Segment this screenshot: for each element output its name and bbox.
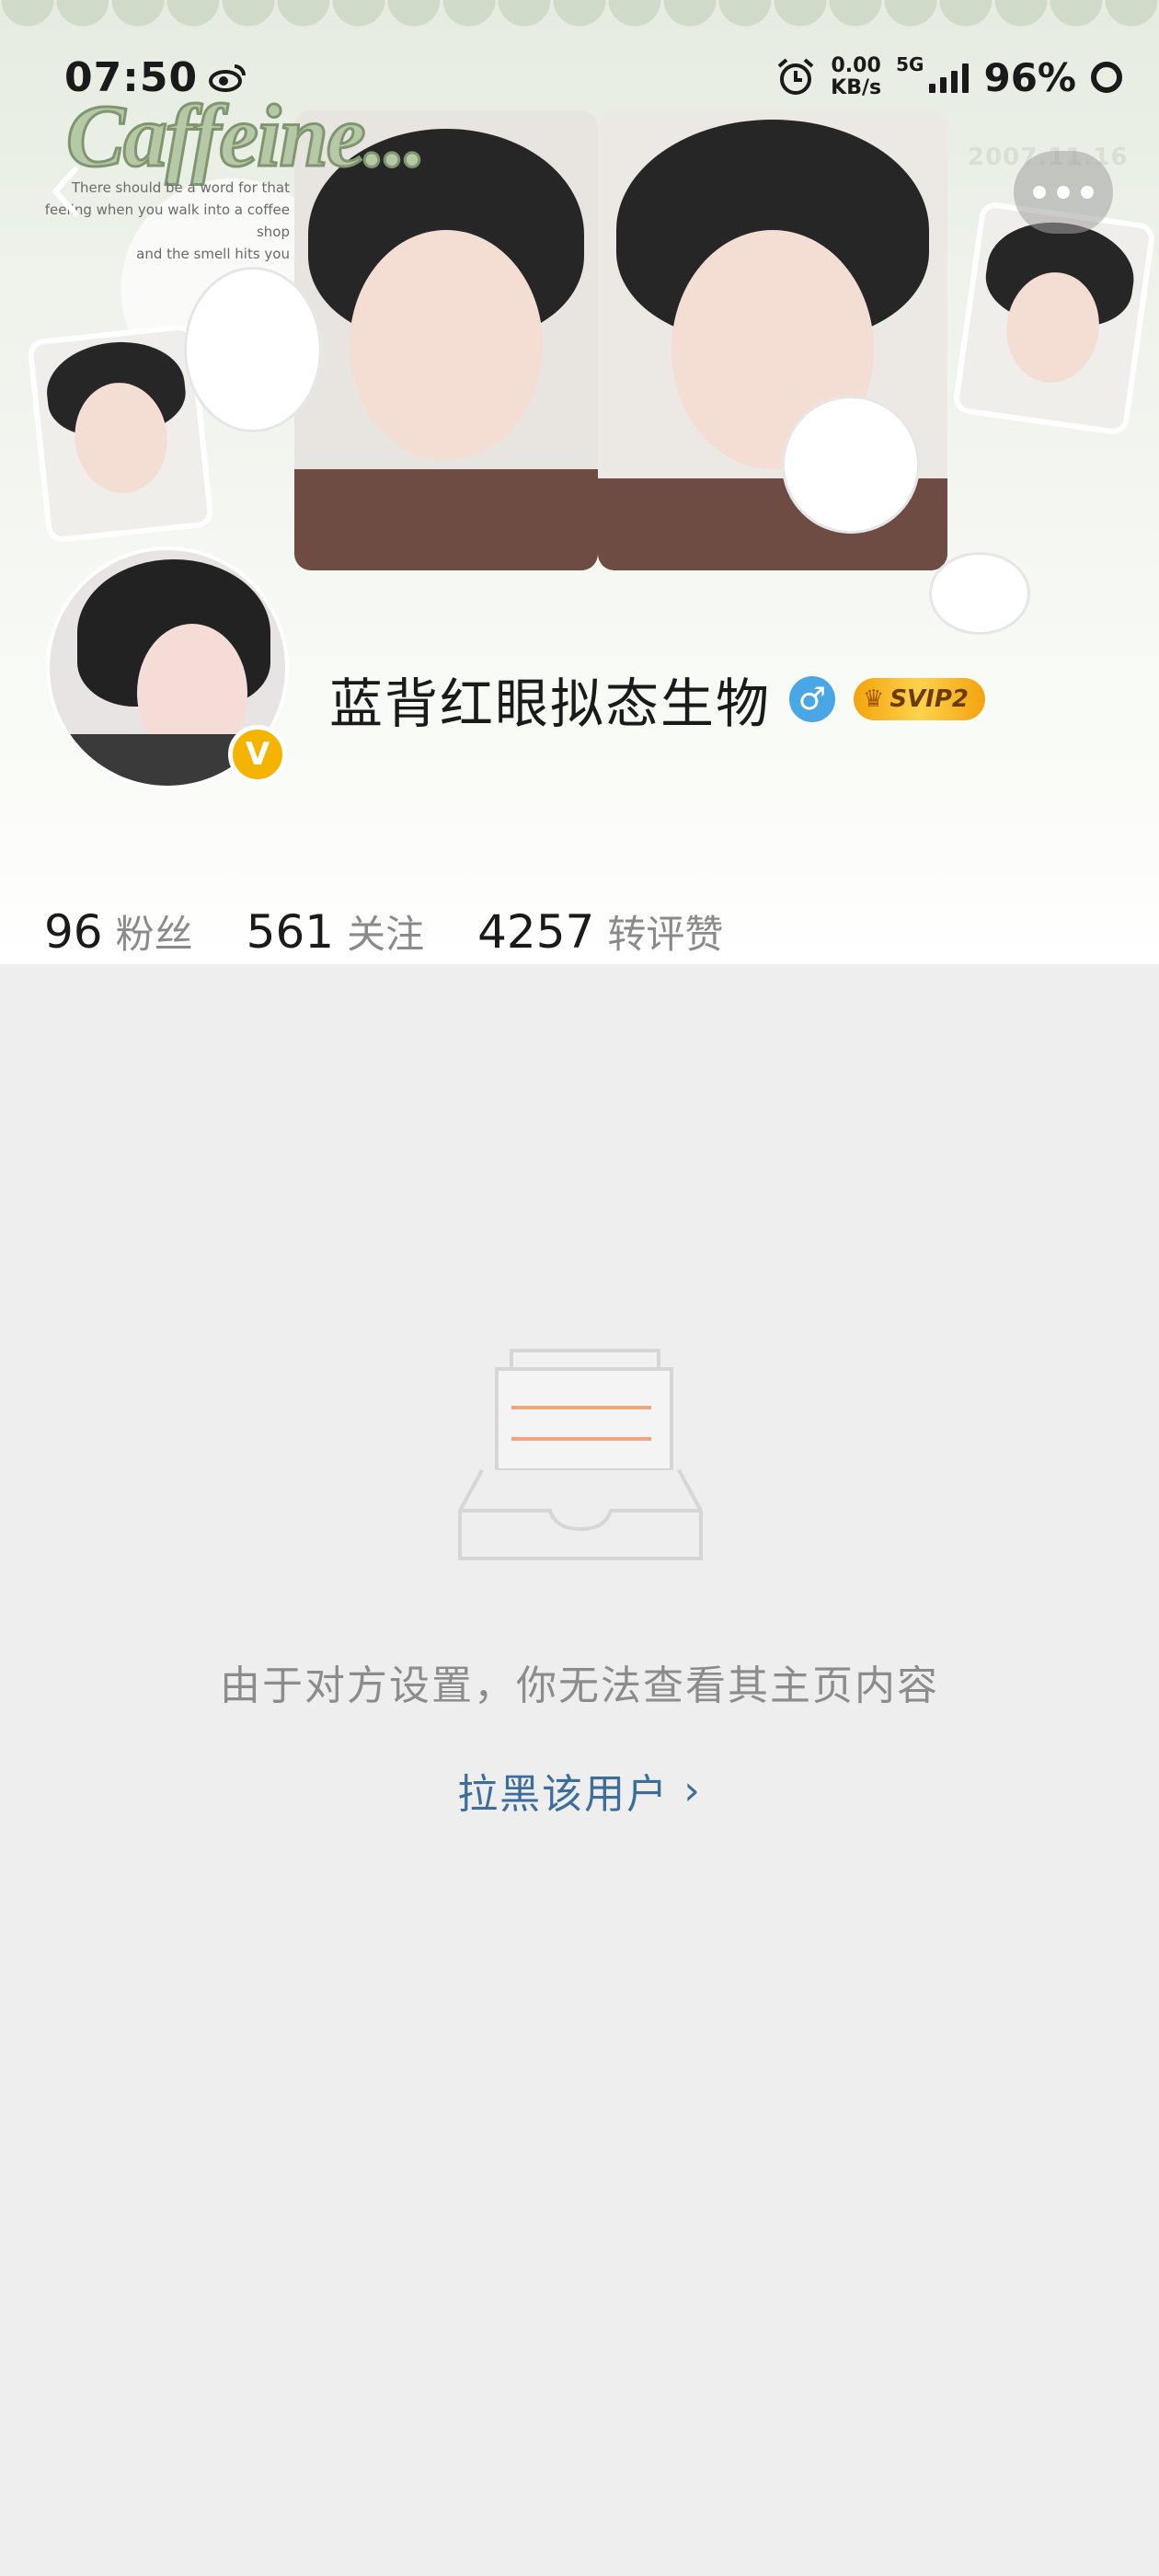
stat-following[interactable]: 561 关注 xyxy=(247,903,424,960)
block-user-link[interactable]: 拉黑该用户 › xyxy=(0,1761,1159,1820)
more-icon xyxy=(1033,186,1046,199)
battery-ring-icon xyxy=(1091,62,1122,93)
block-user-label: 拉黑该用户 xyxy=(457,1771,670,1818)
status-indicators: 0.00 KB/s 5G 96% xyxy=(775,40,1122,114)
network-type: 5G xyxy=(896,53,924,75)
gender-male-icon: ♂ xyxy=(789,676,836,722)
empty-state-message: 由于对方设置，你无法查看其主页内容 xyxy=(220,1662,939,1709)
stat-label: 粉丝 xyxy=(115,912,193,957)
battery-percent: 96% xyxy=(983,54,1076,100)
stat-value: 561 xyxy=(246,905,335,959)
time-text: 07:50 xyxy=(64,53,199,101)
profile-header: Caffeine... There should be a word for t… xyxy=(0,0,1159,964)
vip-badge[interactable]: ♛ SVIP2 xyxy=(854,678,985,720)
back-icon xyxy=(52,167,78,216)
stat-label: 转评赞 xyxy=(607,912,724,957)
stat-interactions[interactable]: 4257 转评赞 xyxy=(477,903,723,960)
network-speed: 0.00 KB/s xyxy=(831,54,882,99)
vip-label: SVIP2 xyxy=(889,685,969,713)
stat-value: 4257 xyxy=(477,905,595,959)
plush-bunny xyxy=(184,267,322,432)
plush-sheep xyxy=(929,552,1030,635)
crown-icon: ♛ xyxy=(863,685,885,713)
verified-badge: V xyxy=(228,725,287,784)
status-time: 07:50 xyxy=(64,40,247,114)
alarm-icon xyxy=(777,58,814,95)
back-button[interactable] xyxy=(37,155,92,228)
username: 蓝背红眼拟态生物 xyxy=(329,673,772,735)
signal-icon xyxy=(929,62,970,93)
weibo-icon xyxy=(209,64,247,92)
stat-followers[interactable]: 96 粉丝 xyxy=(44,903,193,960)
username-row: 蓝背红眼拟态生物 ♂ ♛ SVIP2 xyxy=(329,661,985,738)
stat-label: 关注 xyxy=(347,912,425,957)
stat-value: 96 xyxy=(44,905,103,959)
chevron-right-icon: › xyxy=(683,1766,702,1814)
decorative-lace xyxy=(0,0,1159,37)
plush-dog xyxy=(782,396,920,534)
more-button[interactable] xyxy=(1014,151,1113,234)
profile-stats: 96 粉丝 561 关注 4257 转评赞 xyxy=(44,903,776,960)
cover-photo-small-right xyxy=(951,200,1157,437)
empty-box-icon xyxy=(458,1349,703,1560)
